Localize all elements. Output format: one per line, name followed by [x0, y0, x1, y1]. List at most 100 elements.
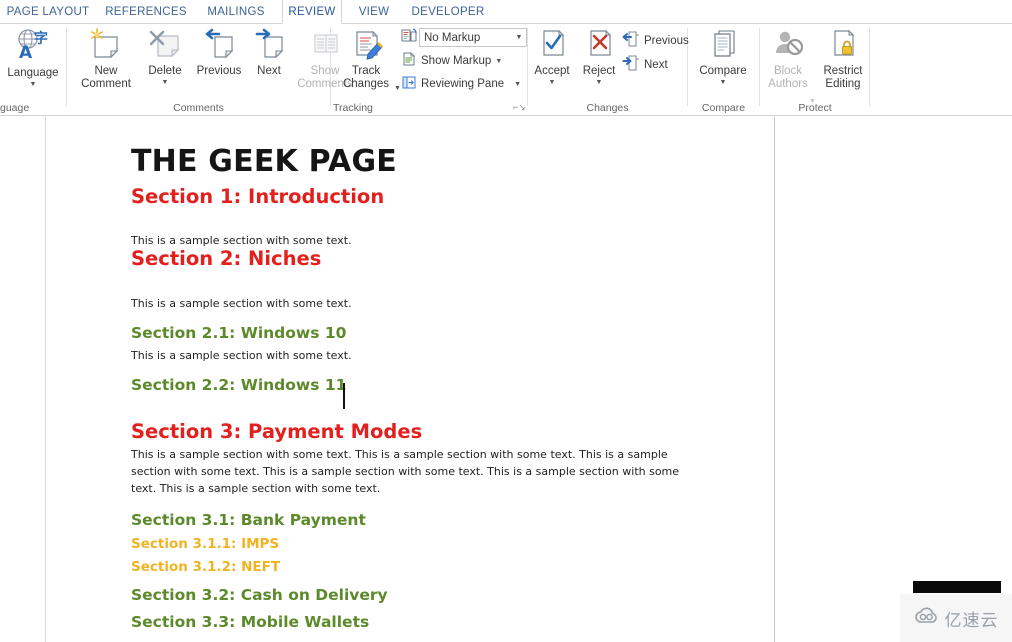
display-for-review-value: No Markup [424, 31, 481, 44]
accept-label: Accept [534, 65, 570, 77]
next-change-icon [622, 54, 640, 75]
accept-button[interactable]: Accept ▼ [528, 28, 576, 87]
restrict-editing-label-line2: Editing [825, 78, 861, 90]
tracking-dialog-launcher-icon[interactable]: ⌐↘ [513, 102, 526, 113]
ribbon-tab-strip: PAGE LAYOUT REFERENCES MAILINGS REVIEW VIEW D… [0, 0, 1012, 24]
reject-change-icon [582, 28, 616, 65]
new-comment-button[interactable]: New Comment [75, 28, 137, 91]
chevron-down-icon[interactable]: ▼ [512, 29, 526, 46]
previous-change-button[interactable]: Previous [622, 30, 689, 51]
tab-review[interactable]: REVIEW [282, 0, 342, 24]
heading-1-h1-s2: Section 2: Niches [131, 247, 322, 270]
reviewing-pane-icon [401, 74, 417, 93]
watermark: 亿速云 [900, 594, 1012, 642]
heading-2-h2-s32: Section 3.2: Cash on Delivery [131, 586, 388, 604]
document-area[interactable]: THE GEEK PAGE Section 1: Introduction Thi… [0, 117, 1012, 642]
tab-label: VIEW [358, 6, 390, 18]
tab-mailings[interactable]: MAILINGS [200, 0, 272, 24]
language-globe-icon: A 字 [13, 28, 53, 67]
document-title: THE GEEK PAGE [131, 144, 397, 179]
ribbon-group-label-tracking: Tracking [333, 102, 373, 114]
left-gutter [0, 117, 46, 642]
tab-label: PAGE LAYOUT [6, 6, 90, 18]
restrict-editing-button[interactable]: Restrict Editing [816, 28, 870, 91]
reject-button[interactable]: Reject ▼ [576, 28, 622, 87]
ribbon: A 字 Language ▼ guage New Comment Delete … [0, 24, 1012, 116]
next-change-label: Next [644, 58, 668, 71]
chevron-down-icon: ▼ [595, 79, 603, 86]
ribbon-group-tracking: Track Changes ▼ No Markup ▼ Show Markup … [331, 24, 527, 116]
block-authors-label-line2: Authors [768, 78, 808, 90]
chevron-down-icon: ▼ [719, 79, 727, 86]
next-comment-button[interactable]: Next [247, 28, 291, 78]
restrict-editing-lock-icon [823, 28, 863, 65]
chevron-down-icon: ▼ [29, 81, 37, 88]
show-markup-icon [401, 51, 417, 70]
track-changes-icon [346, 28, 386, 65]
delete-comment-button[interactable]: Delete ▼ [139, 28, 191, 87]
heading-2-h2-s22: Section 2.2: Windows 11 [131, 376, 347, 394]
compare-button[interactable]: Compare ▼ [692, 28, 754, 87]
word-application-window: PAGE LAYOUT REFERENCES MAILINGS REVIEW VIEW D… [0, 0, 1012, 642]
compare-label: Compare [699, 65, 747, 77]
heading-1-h1-s1: Section 1: Introduction [131, 185, 385, 208]
previous-comment-label: Previous [196, 65, 242, 77]
track-changes-button[interactable]: Track Changes [335, 28, 397, 91]
compare-documents-icon [703, 28, 743, 65]
ribbon-group-language: A 字 Language ▼ guage [0, 24, 66, 116]
tab-view[interactable]: VIEW [352, 0, 396, 24]
accept-change-icon [535, 28, 569, 65]
reviewing-pane-button[interactable]: Reviewing Pane ▼ [401, 74, 521, 93]
chevron-down-icon: ▼ [495, 58, 503, 65]
ribbon-group-changes: Accept ▼ Reject ▼ Previous Next Changes [528, 24, 689, 116]
previous-change-icon [622, 30, 640, 51]
cloud-icon [914, 607, 940, 630]
paragraph-p-s3: This is a sample section with some text.… [131, 448, 680, 495]
previous-change-label: Previous [644, 34, 689, 47]
heading-2-h2-s33: Section 3.3: Mobile Wallets [131, 613, 370, 631]
right-workspace [776, 117, 1012, 642]
track-changes-label-line2: Changes [342, 78, 390, 90]
show-markup-button[interactable]: Show Markup ▼ [401, 51, 502, 70]
tab-label: REVIEW [288, 5, 336, 18]
heading-1-h1-s3: Section 3: Payment Modes [131, 420, 423, 443]
svg-text:字: 字 [34, 30, 48, 47]
track-changes-label-line1: Track [351, 65, 381, 77]
tab-label: REFERENCES [105, 6, 187, 18]
previous-comment-button[interactable]: Previous [191, 28, 247, 78]
chevron-down-icon: ▼ [548, 79, 556, 86]
delete-comment-icon [145, 28, 185, 65]
block-authors-label-line1: Block [773, 65, 803, 77]
language-button-label: Language [7, 67, 59, 79]
reject-label: Reject [582, 65, 616, 77]
ribbon-group-comments: New Comment Delete ▼ Previous Next Show … [67, 24, 353, 116]
previous-comment-icon [199, 28, 239, 65]
ribbon-group-label-language: guage [0, 102, 30, 114]
reviewing-pane-label: Reviewing Pane [421, 77, 505, 90]
delete-comment-label: Delete [148, 65, 182, 77]
heading-2-h2-s21: Section 2.1: Windows 10 [131, 324, 347, 342]
tab-developer[interactable]: DEVELOPER [404, 0, 492, 24]
paragraph-p-s2: This is a sample section with some text. [131, 297, 352, 310]
tab-page-layout[interactable]: PAGE LAYOUT [4, 0, 92, 24]
language-button[interactable]: A 字 Language ▼ [2, 28, 64, 89]
block-authors-button[interactable]: Block Authors [760, 28, 816, 91]
show-markup-label: Show Markup [421, 54, 492, 67]
chevron-down-icon: ▼ [394, 85, 401, 92]
chevron-down-icon: ▼ [161, 79, 169, 86]
heading-2-h2-s31: Section 3.1: Bank Payment [131, 511, 366, 529]
document-page[interactable]: THE GEEK PAGE Section 1: Introduction Thi… [47, 117, 775, 642]
svg-text:A: A [19, 43, 33, 62]
display-for-review-icon [401, 28, 417, 49]
ribbon-group-protect: Block Authors ▼ Restrict Editing Protect [760, 24, 870, 116]
display-for-review-combo[interactable]: No Markup ▼ [419, 28, 527, 47]
heading-3-h3-s312: Section 3.1.2: NEFT [131, 559, 281, 575]
next-comment-label: Next [257, 65, 281, 77]
watermark-bar [913, 581, 1001, 593]
next-change-button[interactable]: Next [622, 54, 668, 75]
text-caret [343, 383, 345, 409]
ribbon-group-label-changes: Changes [586, 102, 629, 114]
tab-references[interactable]: REFERENCES [100, 0, 192, 24]
chevron-down-icon: ▼ [514, 81, 522, 88]
heading-3-h3-s311: Section 3.1.1: IMPS [131, 536, 280, 552]
